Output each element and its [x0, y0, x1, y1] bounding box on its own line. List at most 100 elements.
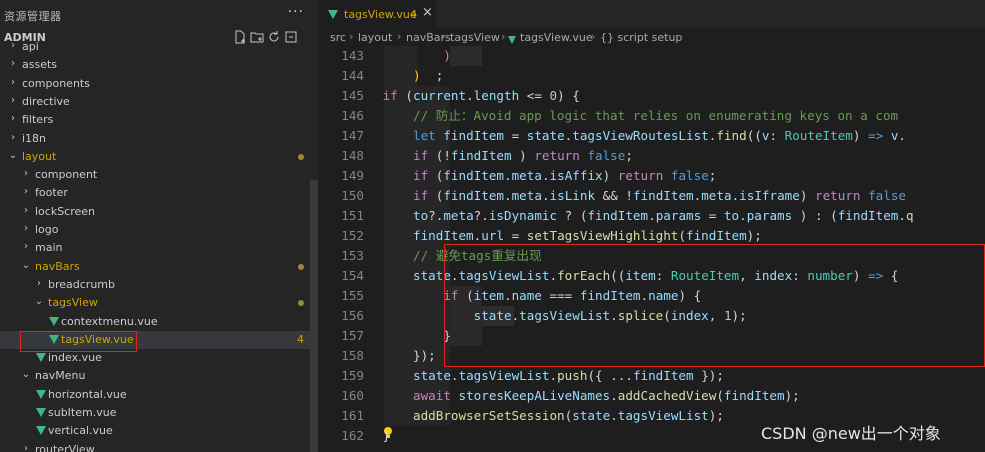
breadcrumb-item[interactable]: {} script setup	[600, 31, 682, 44]
code-token: ((	[746, 128, 762, 143]
code-token: false	[587, 148, 626, 163]
code-token: findItem	[632, 368, 694, 383]
breadcrumb: src › layout › navBars › tagsView › tagsView.vue…	[318, 28, 985, 48]
folder-item[interactable]: ⌄ navMenu	[0, 367, 318, 385]
code-token: isAffix	[549, 168, 603, 183]
code-line[interactable]: )	[322, 46, 451, 66]
folder-item[interactable]: › api	[0, 38, 318, 56]
code-line[interactable]: addBrowserSetSession(state.tagsViewList)…	[322, 406, 724, 426]
code-token: state	[322, 368, 451, 383]
chevron-right-icon: ›	[591, 30, 596, 43]
code-token: state	[572, 408, 611, 423]
folder-item[interactable]: ⌄ navBars	[0, 258, 318, 276]
code-token: findItem	[723, 388, 785, 403]
code-token: params	[746, 208, 793, 223]
code-line[interactable]: if (current.length <= 0) {	[322, 86, 580, 106]
code-token: let	[322, 128, 436, 143]
code-line[interactable]: // 防止：Avoid app logic that relies on enu…	[322, 106, 898, 126]
close-icon[interactable]: ×	[422, 5, 433, 20]
folder-item[interactable]: › i18n	[0, 130, 318, 148]
vue-file-icon	[328, 10, 338, 19]
tree-item-label: logo	[35, 223, 59, 236]
tab-label: tagsView.vue	[344, 8, 417, 21]
folder-item[interactable]: › breadcrumb	[0, 276, 318, 294]
code-line[interactable]: if (findItem.meta.isLink && !findItem.me…	[322, 186, 906, 206]
chevron-right-icon: ›	[24, 223, 28, 234]
code-line[interactable]: });	[322, 346, 436, 366]
modified-dot-icon	[298, 300, 304, 307]
tree-item-label: tagsView	[48, 296, 98, 310]
code-token: && !	[595, 188, 633, 203]
file-item[interactable]: vertical.vue	[0, 422, 318, 440]
code-line[interactable]: }	[322, 426, 391, 446]
modified-dot-icon	[298, 263, 304, 270]
folder-item[interactable]: › components	[0, 75, 318, 93]
code-line[interactable]: let findItem = state.tagsViewRoutesList.…	[322, 126, 906, 146]
code-token: await	[322, 388, 451, 403]
code-token: ) : (	[792, 208, 838, 223]
code-line[interactable]: to?.meta?.isDynamic ? (findItem.params =…	[322, 206, 914, 226]
code-token: url	[481, 228, 504, 243]
code-line[interactable]: }	[322, 326, 451, 346]
code-line[interactable]: findItem.url = setTagsViewHighlight(find…	[322, 226, 762, 246]
folder-item[interactable]: › main	[0, 239, 318, 257]
code-token: find	[716, 128, 747, 143]
folder-item[interactable]: › filters	[0, 111, 318, 129]
tab-tagsview-vue[interactable]: tagsView.vue 4 ×	[318, 0, 436, 28]
code-token: .	[541, 168, 550, 183]
breadcrumb-item[interactable]: tagsView.vue	[520, 31, 593, 44]
code-token: // 防止：Avoid app logic that relies on enu…	[322, 108, 899, 123]
code-token: return	[534, 148, 580, 163]
file-item[interactable]: contextmenu.vue	[0, 313, 318, 331]
code-line[interactable]: state.tagsViewList.push({ ...findItem })…	[322, 366, 724, 386]
code-line[interactable]: ) ;	[322, 66, 443, 86]
folder-item[interactable]: › assets	[0, 56, 318, 74]
tree-item-label: component	[35, 168, 98, 182]
code-token: findItem	[443, 128, 504, 143]
breadcrumb-item[interactable]: src	[330, 31, 346, 44]
code-line[interactable]: await storesKeepALiveNames.addCachedView…	[322, 386, 800, 406]
code-token: .	[504, 168, 512, 183]
breadcrumb-item[interactable]: layout	[358, 31, 392, 44]
code-token: =	[504, 228, 527, 243]
folder-item[interactable]: › component	[0, 166, 318, 184]
folder-item[interactable]: › logo	[0, 221, 318, 239]
code-token: .	[466, 88, 474, 103]
folder-item[interactable]: ⌄ tagsView	[0, 294, 318, 312]
chevron-right-icon: ›	[11, 113, 15, 125]
tree-item-label: subItem.vue	[48, 406, 117, 419]
editor: tagsView.vue 4 × src › layout › navBars › tags…	[318, 0, 985, 452]
breadcrumb-item[interactable]: tagsView	[450, 31, 500, 44]
highlight-box	[20, 331, 137, 352]
code-token: false	[670, 168, 709, 183]
code-highlight-box	[444, 244, 985, 367]
code-token: =	[504, 128, 527, 143]
code-token: isIframe	[739, 188, 800, 203]
code-token: 0	[549, 88, 558, 103]
sidebar-scrollbar[interactable]	[310, 180, 318, 452]
folder-item[interactable]: › directive	[0, 93, 318, 111]
tree-item-label: i18n	[22, 131, 47, 145]
vue-file-icon	[36, 389, 46, 399]
file-item[interactable]: horizontal.vue	[0, 386, 318, 404]
code-line[interactable]: if (!findItem ) return false;	[322, 146, 633, 166]
code-token: .	[898, 128, 906, 143]
folder-item[interactable]: ⌄ layout	[0, 148, 318, 166]
code-token: if	[322, 288, 459, 303]
chevron-right-icon: ›	[11, 58, 15, 70]
modified-dot-icon	[298, 153, 304, 160]
folder-item[interactable]: › lockScreen	[0, 203, 318, 221]
chevron-right-icon: ›	[24, 442, 28, 452]
more-actions-icon[interactable]: ···	[288, 4, 304, 20]
watermark: CSDN @new出一个对象	[761, 424, 941, 443]
code-token: .	[549, 368, 558, 383]
code-line[interactable]: if (findItem.meta.isAffix) return false;	[322, 166, 716, 186]
tree-item-label: navBars	[35, 259, 80, 273]
folder-item[interactable]: › footer	[0, 184, 318, 202]
file-item[interactable]: subItem.vue	[0, 404, 318, 422]
folder-item[interactable]: › routerView	[0, 441, 318, 452]
tree-item-label: lockScreen	[35, 204, 96, 218]
code-token: (	[428, 168, 444, 183]
